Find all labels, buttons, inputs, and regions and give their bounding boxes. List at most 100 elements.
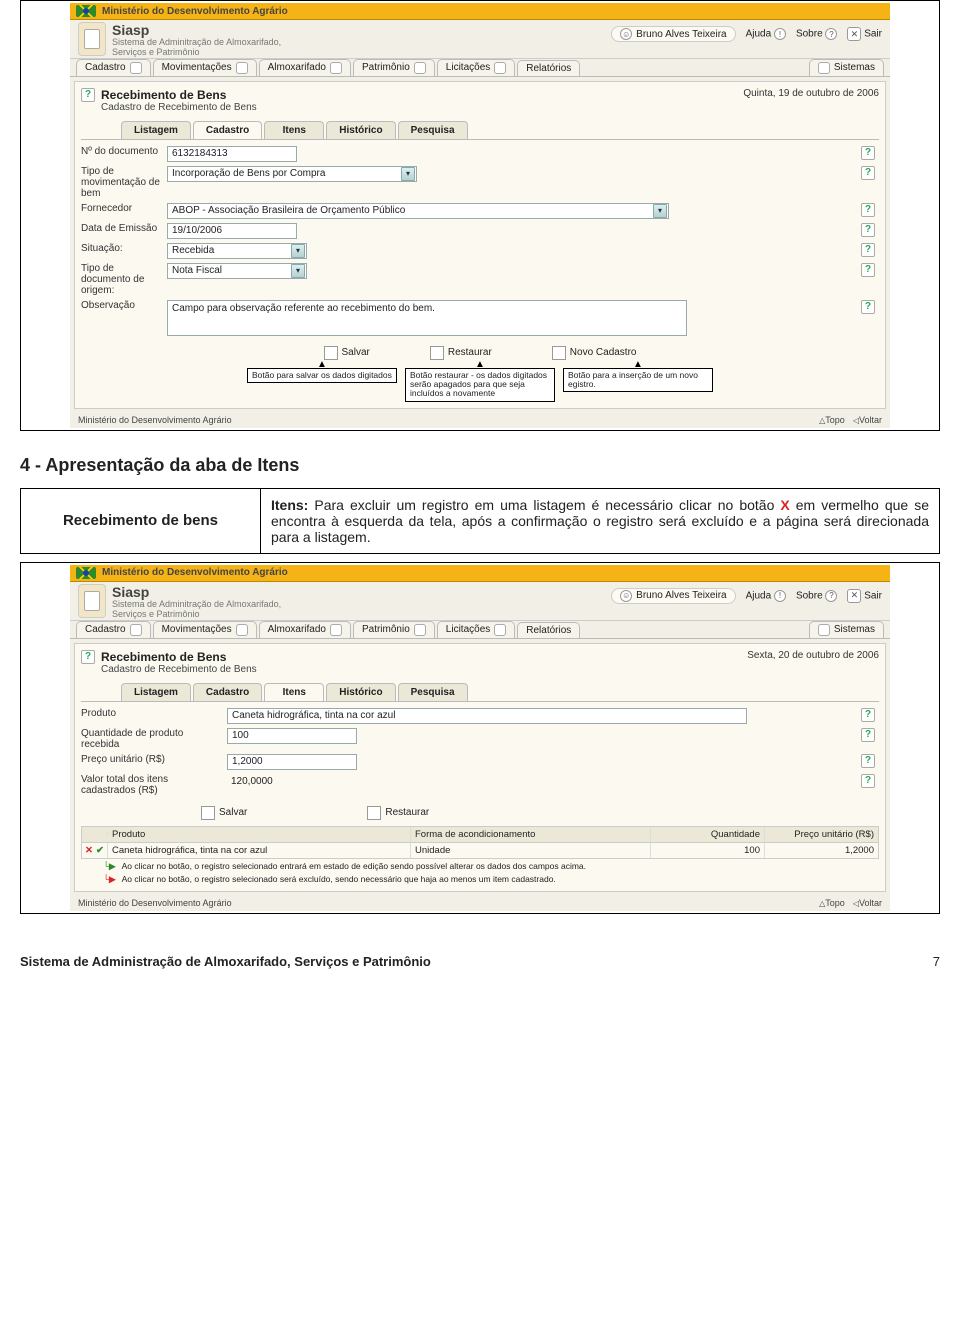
nav-almoxarifado[interactable]: Almoxarifado — [259, 59, 351, 76]
nav-sistemas[interactable]: Sistemas — [809, 59, 884, 76]
page-content: ? Recebimento de Bens Cadastro de Recebi… — [74, 643, 886, 892]
help-link[interactable]: Ajuda ! — [746, 28, 786, 40]
label-tipo-doc: Tipo de documento de origem: — [81, 263, 161, 296]
tab-pesquisa[interactable]: Pesquisa — [398, 121, 468, 139]
tab-itens[interactable]: Itens — [264, 683, 324, 701]
about-link[interactable]: Sobre ? — [796, 28, 837, 40]
footer-top-link[interactable]: △Topo — [819, 898, 845, 908]
chevron-down-icon: ▾ — [291, 244, 305, 258]
form: Produto Caneta hidrográfica, tinta na co… — [81, 701, 879, 798]
nav-relatorios[interactable]: Relatórios — [517, 622, 580, 638]
nav-relatorios[interactable]: Relatórios — [517, 60, 580, 76]
user-name: Bruno Alves Teixeira — [636, 29, 726, 40]
exit-link[interactable]: ✕ Sair — [847, 589, 882, 603]
nav-movimentacoes[interactable]: Movimentações — [153, 59, 257, 76]
input-data-emissao[interactable]: 19/10/2006 — [167, 223, 297, 239]
tab-historico[interactable]: Histórico — [326, 683, 395, 701]
input-produto[interactable]: Caneta hidrográfica, tinta na cor azul — [227, 708, 747, 724]
delete-icon[interactable]: ✕ — [85, 845, 93, 856]
nav-cadastro[interactable]: Cadastro — [76, 621, 151, 638]
help-icon[interactable]: ? — [81, 88, 95, 102]
textarea-obs[interactable]: Campo para observação referente ao receb… — [167, 300, 687, 336]
tab-historico[interactable]: Histórico — [326, 121, 395, 139]
select-tipo-doc[interactable]: Nota Fiscal▾ — [167, 263, 307, 279]
sub-tabs: Listagem Cadastro Itens Histórico Pesqui… — [121, 683, 879, 701]
field-help-icon[interactable]: ? — [861, 166, 875, 180]
close-icon: ✕ — [847, 589, 861, 603]
user-chip[interactable]: ☺ Bruno Alves Teixeira — [611, 26, 735, 42]
brand-sub-2: Serviços e Patrimônio — [112, 48, 281, 58]
nav-licitacoes[interactable]: Licitações — [437, 621, 515, 638]
ministry-titlebar: Ministério do Desenvolvimento Agrário — [70, 3, 890, 20]
nav-movimentacoes[interactable]: Movimentações — [153, 621, 257, 638]
input-preco[interactable]: 1,2000 — [227, 754, 357, 770]
nav-icon — [818, 624, 830, 636]
new-button[interactable]: Novo Cadastro — [552, 346, 637, 360]
td-produto: Caneta hidrográfica, tinta na cor azul — [108, 843, 411, 858]
nav-icon — [330, 624, 342, 636]
tab-cadastro[interactable]: Cadastro — [193, 121, 262, 139]
nav-sistemas[interactable]: Sistemas — [809, 621, 884, 638]
label-tipo-mov: Tipo de movimentação de bem — [81, 166, 161, 199]
exit-link[interactable]: ✕ Sair — [847, 27, 882, 41]
footer-back-link[interactable]: ◁Voltar — [853, 415, 882, 425]
table-row: ✕ ✔ Caneta hidrográfica, tinta na cor az… — [81, 843, 879, 859]
field-help-icon[interactable]: ? — [861, 223, 875, 237]
siasp-logo-icon — [78, 22, 106, 56]
field-help-icon[interactable]: ? — [861, 146, 875, 160]
nav-patrimonio[interactable]: Patrimônio — [353, 59, 435, 76]
tab-listagem[interactable]: Listagem — [121, 121, 191, 139]
field-help-icon[interactable]: ? — [861, 263, 875, 277]
field-help-icon[interactable]: ? — [861, 774, 875, 788]
user-chip[interactable]: ☺ Bruno Alves Teixeira — [611, 588, 735, 604]
figure-2-box: Ministério do Desenvolvimento Agrário Si… — [20, 562, 940, 914]
field-help-icon[interactable]: ? — [861, 203, 875, 217]
input-qtd[interactable]: 100 — [227, 728, 357, 744]
nav-patrimonio[interactable]: Patrimônio — [353, 621, 435, 638]
field-help-icon[interactable]: ? — [861, 708, 875, 722]
save-button[interactable]: Salvar — [201, 806, 247, 820]
about-link[interactable]: Sobre ? — [796, 590, 837, 602]
value-total: 120,0000 — [227, 774, 277, 789]
nav-icon — [236, 624, 248, 636]
help-icon: ! — [774, 28, 786, 40]
tab-cadastro[interactable]: Cadastro — [193, 683, 262, 701]
restore-button[interactable]: Restaurar — [430, 346, 492, 360]
page-title: Recebimento de Bens — [101, 650, 257, 664]
th-preco: Preço unitário (R$) — [765, 827, 878, 842]
field-help-icon[interactable]: ? — [861, 728, 875, 742]
label-total: Valor total dos itens cadastrados (R$) — [81, 774, 221, 796]
tab-itens[interactable]: Itens — [264, 121, 324, 139]
restore-icon — [367, 806, 381, 820]
select-situacao[interactable]: Recebida▾ — [167, 243, 307, 259]
footer-back-link[interactable]: ◁Voltar — [853, 898, 882, 908]
items-table: Produto Forma de acondicionamento Quanti… — [81, 826, 879, 859]
table-header: Produto Forma de acondicionamento Quanti… — [81, 826, 879, 843]
desc-left: Recebimento de bens — [21, 489, 261, 553]
nav-almoxarifado[interactable]: Almoxarifado — [259, 621, 351, 638]
tab-pesquisa[interactable]: Pesquisa — [398, 683, 468, 701]
action-bar: Salvar Restaurar Novo Cadastro — [81, 346, 879, 360]
nav-cadastro[interactable]: Cadastro — [76, 59, 151, 76]
input-num-doc[interactable]: 6132184313 — [167, 146, 297, 162]
select-fornecedor[interactable]: ABOP - Associação Brasileira de Orçament… — [167, 203, 669, 219]
select-tipo-mov[interactable]: Incorporação de Bens por Compra▾ — [167, 166, 417, 182]
page-number: 7 — [933, 954, 940, 969]
tab-listagem[interactable]: Listagem — [121, 683, 191, 701]
help-icon[interactable]: ? — [81, 650, 95, 664]
th-qtd: Quantidade — [651, 827, 765, 842]
label-qtd: Quantidade de produto recebida — [81, 728, 221, 750]
nav-licitacoes[interactable]: Licitações — [437, 59, 515, 76]
save-button[interactable]: Salvar — [324, 346, 370, 360]
restore-button[interactable]: Restaurar — [367, 806, 429, 820]
ministry-name: Ministério do Desenvolvimento Agrário — [102, 567, 288, 578]
edit-icon[interactable]: ✔ — [96, 845, 104, 856]
help-link[interactable]: Ajuda ! — [746, 590, 786, 602]
field-help-icon[interactable]: ? — [861, 300, 875, 314]
field-help-icon[interactable]: ? — [861, 754, 875, 768]
footer-top-link[interactable]: △Topo — [819, 415, 845, 425]
page-date: Sexta, 20 de outubro de 2006 — [747, 650, 879, 661]
field-help-icon[interactable]: ? — [861, 243, 875, 257]
footer-left: Ministério do Desenvolvimento Agrário — [78, 415, 232, 425]
user-icon: ☺ — [620, 28, 632, 40]
